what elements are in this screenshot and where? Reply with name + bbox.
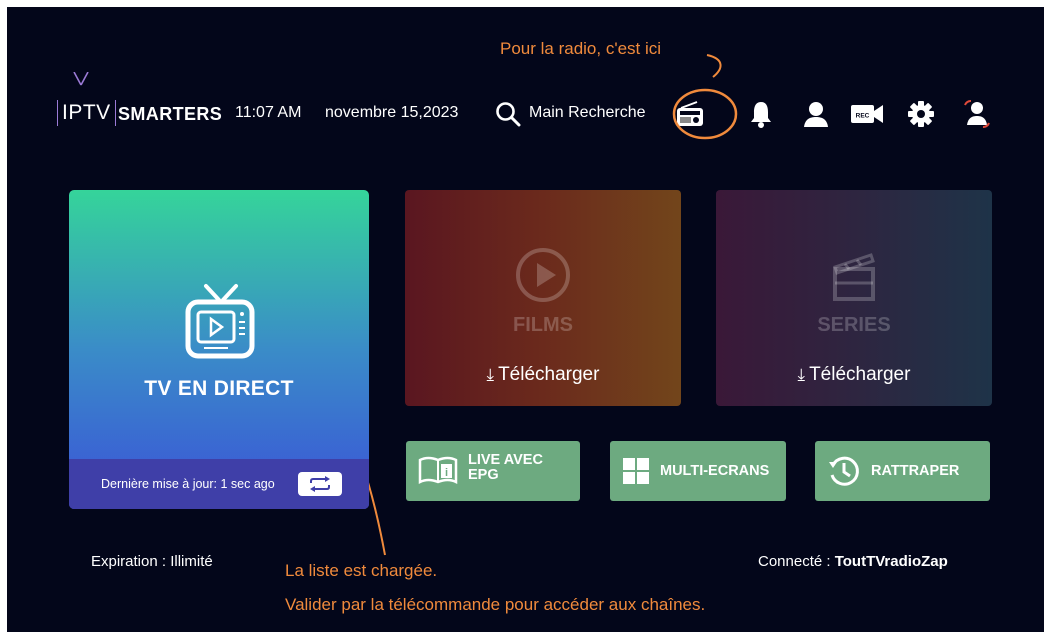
grid-icon (622, 457, 650, 485)
connected-user: ToutTVradioZap (834, 553, 948, 570)
films-download[interactable]: ⤓ Télécharger (405, 364, 681, 386)
tv-icon (185, 284, 255, 359)
clapperboard-icon (833, 253, 875, 301)
refresh-button[interactable] (298, 472, 342, 496)
films-label: FILMS (513, 314, 573, 336)
live-tv-footer: Dernière mise à jour: 1 sec ago (69, 459, 369, 509)
multi-screen-button[interactable]: MULTI-ECRANS (610, 441, 786, 501)
films-download-label: Télécharger (498, 364, 600, 385)
download-icon: ⤓ (486, 365, 495, 384)
book-icon: i (418, 456, 458, 486)
download-icon: ⤓ (797, 365, 806, 384)
series-label: SERIES (817, 314, 891, 336)
remote-validate-annotation: Valider par la télécommande pour accéder… (285, 595, 706, 614)
live-epg-button[interactable]: i LIVE AVEC EPG (406, 441, 580, 501)
expiration-text: Expiration : Illimité (91, 553, 213, 570)
live-epg-label-line2: EPG (468, 467, 499, 483)
live-epg-label-line1: LIVE AVEC (468, 452, 543, 468)
live-tv-card[interactable]: TV EN DIRECT Dernière mise à jour: 1 sec… (69, 190, 369, 509)
history-icon (827, 454, 861, 488)
svg-text:i: i (445, 467, 448, 479)
catchup-button[interactable]: RATTRAPER (815, 441, 990, 501)
play-icon (516, 248, 570, 302)
refresh-icon (310, 476, 330, 492)
last-update-text: Dernière mise à jour: 1 sec ago (101, 477, 275, 491)
films-card[interactable]: FILMS ⤓ Télécharger (405, 190, 681, 406)
series-download[interactable]: ⤓ Télécharger (716, 364, 992, 386)
list-loaded-annotation: La liste est chargée. (285, 561, 438, 580)
series-card[interactable]: SERIES ⤓ Télécharger (716, 190, 992, 406)
app-screen: IPTV SMARTERS 11:07 AM novembre 15,2023 … (7, 7, 1044, 632)
live-tv-title: TV EN DIRECT (144, 377, 294, 400)
catchup-label: RATTRAPER (871, 463, 960, 479)
connected-label: Connecté : (758, 553, 835, 570)
connected-status: Connecté : ToutTVradioZap (758, 553, 948, 570)
multi-screen-label: MULTI-ECRANS (660, 463, 770, 479)
series-download-label: Télécharger (809, 364, 911, 385)
